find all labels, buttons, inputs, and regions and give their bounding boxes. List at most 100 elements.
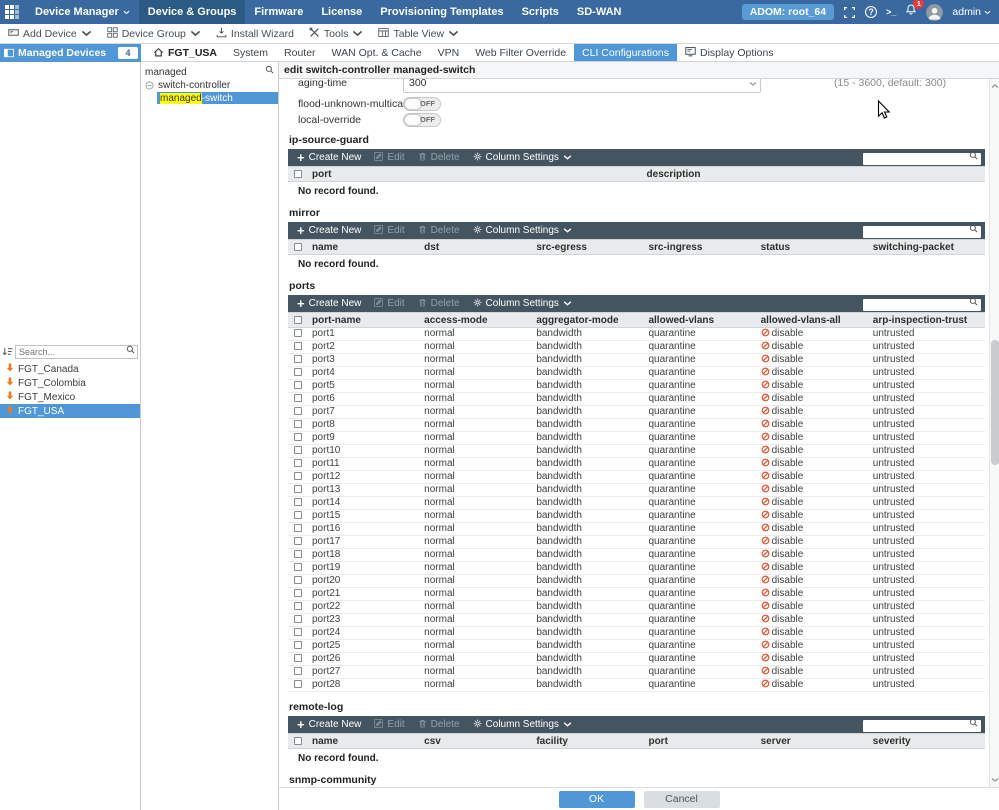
scroll-down-icon[interactable] — [991, 776, 999, 784]
table-row[interactable]: port15normalbandwidthquarantinedisableun… — [288, 510, 985, 523]
tools-button[interactable]: Tools — [309, 27, 364, 41]
row-checkbox[interactable] — [294, 641, 302, 649]
install-wizard-button[interactable]: Install Wizard — [216, 27, 294, 41]
user-menu[interactable]: admin — [952, 6, 991, 18]
tab-system[interactable]: System — [225, 44, 276, 61]
column-header-name[interactable]: name — [312, 240, 424, 255]
device-count-badge[interactable]: 4 — [118, 47, 138, 59]
tab-wan-opt-cache[interactable]: WAN Opt. & Cache — [324, 44, 430, 61]
table-row[interactable]: port4normalbandwidthquarantinedisableunt… — [288, 367, 985, 380]
tree-node-managed-switch[interactable]: managed-switch — [157, 92, 278, 104]
table-row[interactable]: port7normalbandwidthquarantinedisableunt… — [288, 406, 985, 419]
device-item-fgt-usa[interactable]: FGT_USA — [0, 404, 140, 418]
delete-button[interactable]: Delete — [418, 152, 460, 164]
table-row[interactable]: port25normalbandwidthquarantinedisableun… — [288, 640, 985, 653]
column-header-src-egress[interactable]: src-egress — [536, 240, 648, 255]
row-checkbox[interactable] — [294, 446, 302, 454]
table-search-input[interactable] — [863, 226, 981, 238]
aging-time-input[interactable] — [403, 79, 761, 93]
spinner-icon[interactable] — [749, 81, 757, 87]
tree-search-input[interactable] — [141, 66, 278, 80]
column-settings-button[interactable]: Column Settings — [473, 298, 572, 310]
vertical-scrollbar[interactable] — [989, 79, 999, 787]
column-header-facility[interactable]: facility — [536, 734, 648, 749]
column-header-switching-packet[interactable]: switching-packet — [873, 240, 985, 255]
select-all-checkbox[interactable] — [294, 243, 302, 251]
row-checkbox[interactable] — [294, 394, 302, 402]
table-search-input[interactable] — [863, 720, 981, 732]
row-checkbox[interactable] — [294, 667, 302, 675]
row-checkbox[interactable] — [294, 654, 302, 662]
table-row[interactable]: port27normalbandwidthquarantinedisableun… — [288, 666, 985, 679]
edit-button[interactable]: Edit — [374, 225, 404, 237]
column-header-arp-inspection-trust[interactable]: arp-inspection-trust — [873, 313, 985, 328]
table-row[interactable]: port13normalbandwidthquarantinedisableun… — [288, 484, 985, 497]
tab-router[interactable]: Router — [276, 44, 324, 61]
table-row[interactable]: port10normalbandwidthquarantinedisableun… — [288, 445, 985, 458]
cli-console-icon[interactable]: >_ — [886, 7, 896, 17]
device-item-fgt-colombia[interactable]: FGT_Colombia — [0, 376, 140, 390]
avatar[interactable] — [926, 4, 943, 21]
nav-device-manager[interactable]: Device Manager — [26, 0, 139, 24]
row-checkbox[interactable] — [294, 329, 302, 337]
collapse-icon[interactable] — [145, 81, 154, 90]
delete-button[interactable]: Delete — [418, 298, 460, 310]
device-item-fgt-mexico[interactable]: FGT_Mexico — [0, 390, 140, 404]
table-row[interactable]: port19normalbandwidthquarantinedisableun… — [288, 562, 985, 575]
column-header-src-ingress[interactable]: src-ingress — [648, 240, 760, 255]
row-checkbox[interactable] — [294, 498, 302, 506]
app-grid-icon[interactable] — [5, 5, 19, 19]
table-row[interactable]: port16normalbandwidthquarantinedisableun… — [288, 523, 985, 536]
column-header-allowed-vlans-all[interactable]: allowed-vlans-all — [761, 313, 873, 328]
column-settings-button[interactable]: Column Settings — [473, 152, 572, 164]
table-row[interactable]: port22normalbandwidthquarantinedisableun… — [288, 601, 985, 614]
sort-icon[interactable] — [2, 346, 13, 357]
table-row[interactable]: port17normalbandwidthquarantinedisableun… — [288, 536, 985, 549]
create-new-button[interactable]: +Create New — [297, 298, 361, 309]
device-group-button[interactable]: Device Group — [107, 27, 201, 41]
table-row[interactable]: port2normalbandwidthquarantinedisableunt… — [288, 341, 985, 354]
table-row[interactable]: port5normalbandwidthquarantinedisableunt… — [288, 380, 985, 393]
device-search-input[interactable] — [15, 345, 138, 359]
column-header-port-name[interactable]: port-name — [312, 313, 424, 328]
row-checkbox[interactable] — [294, 589, 302, 597]
row-checkbox[interactable] — [294, 602, 302, 610]
select-all-checkbox[interactable] — [294, 737, 302, 745]
tab-cli-configurations[interactable]: CLI Configurations — [574, 44, 677, 61]
column-header-allowed-vlans[interactable]: allowed-vlans — [648, 313, 760, 328]
column-header-status[interactable]: status — [761, 240, 873, 255]
column-settings-button[interactable]: Column Settings — [473, 225, 572, 237]
create-new-button[interactable]: +Create New — [297, 719, 361, 730]
table-row[interactable]: port28normalbandwidthquarantinedisableun… — [288, 679, 985, 692]
edit-button[interactable]: Edit — [374, 298, 404, 310]
tree-node-switch-controller[interactable]: switch-controller — [141, 80, 278, 91]
table-row[interactable]: port8normalbandwidthquarantinedisableunt… — [288, 419, 985, 432]
select-all-checkbox[interactable] — [294, 170, 302, 178]
column-header-access-mode[interactable]: access-mode — [424, 313, 536, 328]
row-checkbox[interactable] — [294, 433, 302, 441]
tab-device-fgt-usa[interactable]: FGT_USA — [145, 44, 225, 61]
table-view-button[interactable]: Table View — [378, 27, 459, 41]
row-checkbox[interactable] — [294, 563, 302, 571]
table-row[interactable]: port6normalbandwidthquarantinedisableunt… — [288, 393, 985, 406]
row-checkbox[interactable] — [294, 420, 302, 428]
delete-button[interactable]: Delete — [418, 225, 460, 237]
table-row[interactable]: port24normalbandwidthquarantinedisableun… — [288, 627, 985, 640]
delete-button[interactable]: Delete — [418, 719, 460, 731]
table-search-input[interactable] — [863, 299, 981, 311]
row-checkbox[interactable] — [294, 485, 302, 493]
column-header-aggregator-mode[interactable]: aggregator-mode — [536, 313, 648, 328]
column-header-description[interactable]: description — [647, 167, 985, 182]
table-row[interactable]: port9normalbandwidthquarantinedisableunt… — [288, 432, 985, 445]
row-checkbox[interactable] — [294, 537, 302, 545]
table-row[interactable]: port26normalbandwidthquarantinedisableun… — [288, 653, 985, 666]
table-row[interactable]: port21normalbandwidthquarantinedisableun… — [288, 588, 985, 601]
table-row[interactable]: port20normalbandwidthquarantinedisableun… — [288, 575, 985, 588]
add-device-button[interactable]: Add Device — [8, 27, 92, 41]
row-checkbox[interactable] — [294, 381, 302, 389]
row-checkbox[interactable] — [294, 355, 302, 363]
edit-button[interactable]: Edit — [374, 719, 404, 731]
flood-unknown-multicast-toggle[interactable]: OFF — [403, 97, 441, 111]
create-new-button[interactable]: +Create New — [297, 152, 361, 163]
managed-devices-header[interactable]: Managed Devices 4 — [0, 44, 141, 62]
